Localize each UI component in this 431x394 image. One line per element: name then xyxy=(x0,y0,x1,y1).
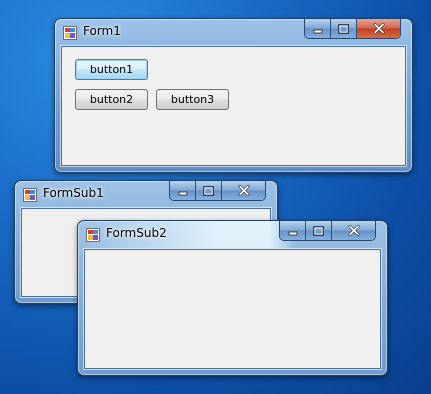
caption-buttons xyxy=(169,181,266,201)
window-title: Form1 xyxy=(83,24,121,38)
app-icon[interactable] xyxy=(86,228,100,242)
maximize-icon xyxy=(313,225,324,236)
window-title: FormSub2 xyxy=(106,226,167,240)
maximize-button[interactable] xyxy=(196,181,222,200)
titlebar[interactable]: FormSub2 xyxy=(78,221,387,248)
minimize-button[interactable] xyxy=(305,19,331,38)
close-button[interactable] xyxy=(222,181,265,200)
app-icon[interactable] xyxy=(23,188,37,202)
close-icon xyxy=(238,185,249,196)
minimize-button[interactable] xyxy=(280,221,306,240)
button3[interactable]: button3 xyxy=(156,89,229,110)
close-icon xyxy=(373,23,384,34)
maximize-button[interactable] xyxy=(306,221,332,240)
desktop-background: Form1 button1 button2 button3 FormSub1 F… xyxy=(0,0,431,394)
minimize-icon xyxy=(313,29,322,33)
minimize-icon xyxy=(178,191,187,195)
maximize-icon xyxy=(338,23,349,34)
minimize-button[interactable] xyxy=(170,181,196,200)
window-title: FormSub1 xyxy=(43,186,104,200)
close-button[interactable] xyxy=(357,19,400,38)
button2[interactable]: button2 xyxy=(75,89,148,110)
minimize-icon xyxy=(288,231,297,235)
close-icon xyxy=(348,225,359,236)
caption-buttons xyxy=(279,221,376,241)
titlebar[interactable]: FormSub1 xyxy=(15,181,277,208)
close-button[interactable] xyxy=(332,221,375,240)
app-icon[interactable] xyxy=(63,26,77,40)
caption-buttons xyxy=(304,19,401,39)
window-formsub2[interactable]: FormSub2 xyxy=(77,220,388,376)
titlebar[interactable]: Form1 xyxy=(55,19,412,46)
maximize-icon xyxy=(203,185,214,196)
client-area xyxy=(84,249,381,369)
window-form1[interactable]: Form1 button1 button2 button3 xyxy=(54,18,413,173)
maximize-button[interactable] xyxy=(331,19,357,38)
button1[interactable]: button1 xyxy=(75,59,148,80)
client-area: button1 button2 button3 xyxy=(61,46,406,166)
